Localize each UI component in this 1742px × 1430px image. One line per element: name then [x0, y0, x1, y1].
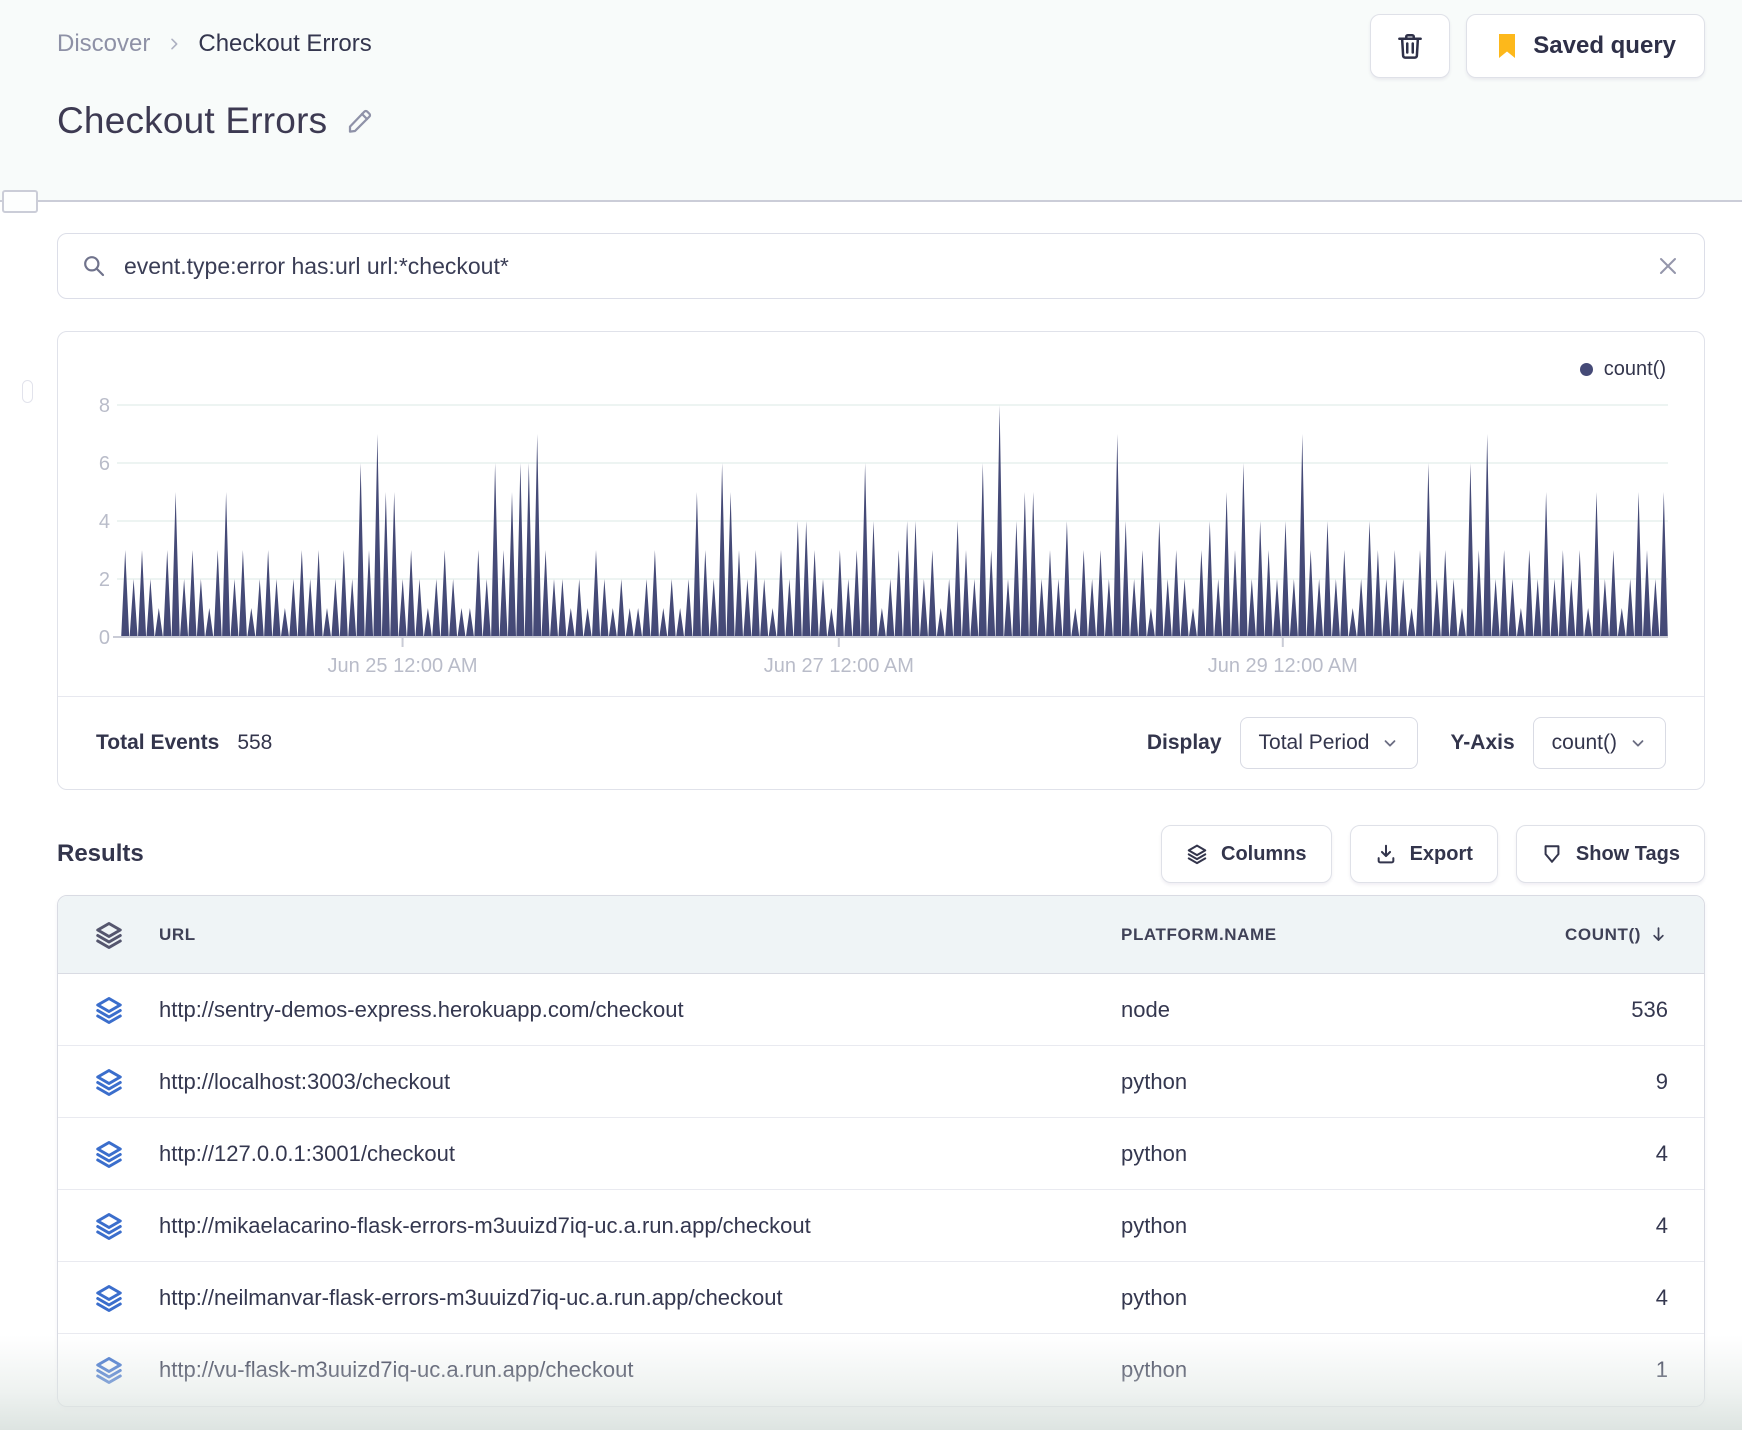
row-actions-stack-icon[interactable]: [58, 1139, 159, 1169]
svg-text:8: 8: [99, 395, 110, 417]
legend-dot-icon: [1579, 363, 1593, 376]
count-cell: 1: [1655, 1357, 1668, 1382]
total-events-label: Total Events: [96, 731, 220, 754]
header-actions: Saved query: [1370, 14, 1705, 78]
table-row: http://localhost:3003/checkout python 9: [58, 1046, 1704, 1118]
edit-pencil-icon[interactable]: [345, 106, 375, 136]
drag-grip[interactable]: [22, 380, 33, 403]
url-cell: http://neilmanvar-flask-errors-m3uuizd7i…: [159, 1284, 783, 1310]
breadcrumb: Discover Checkout Errors: [57, 30, 372, 58]
breadcrumb-current: Checkout Errors: [198, 30, 372, 57]
show-tags-button[interactable]: Show Tags: [1515, 825, 1705, 883]
results-actions: Columns Export Show Tags: [1161, 825, 1705, 883]
column-header-count[interactable]: COUNT(): [1451, 925, 1704, 945]
display-label: Display: [1146, 731, 1222, 754]
table-row: http://vu-flask-m3uuizd7iq-uc.a.run.app/…: [58, 1334, 1704, 1406]
svg-text:Jun 25 12:00 AM: Jun 25 12:00 AM: [327, 655, 477, 677]
search-bar: [57, 233, 1705, 299]
saved-query-label: Saved query: [1533, 32, 1676, 59]
breadcrumb-discover[interactable]: Discover: [57, 30, 150, 58]
row-actions-stack-icon[interactable]: [58, 1067, 159, 1097]
svg-text:6: 6: [99, 453, 110, 475]
header-stack-icon[interactable]: [58, 920, 159, 950]
svg-text:0: 0: [99, 627, 110, 649]
results-header-row: Results Columns Export Show Tags: [57, 825, 1705, 883]
tag-icon: [1541, 843, 1563, 865]
total-events-value: 558: [237, 731, 273, 754]
chart-svg: 0 2 4 6 8 Jun 25 12:00 AM Jun 27 12:00 AM Jun 2…: [99, 395, 1668, 677]
chart-region: 0 2 4 6 8 Jun 25 12:00 AM Jun 27 12:00 AM Jun 2…: [58, 332, 1704, 696]
display-dropdown[interactable]: Total Period: [1239, 717, 1419, 769]
url-cell: http://sentry-demos-express.herokuapp.co…: [159, 996, 684, 1022]
search-input[interactable]: [122, 251, 1640, 281]
table-body: http://sentry-demos-express.herokuapp.co…: [58, 974, 1704, 1406]
table-row: http://neilmanvar-flask-errors-m3uuizd7i…: [58, 1262, 1704, 1334]
row-actions-stack-icon[interactable]: [58, 1211, 159, 1241]
chart-footer: Total Events 558 Display Total Period Y-…: [58, 696, 1704, 789]
table-row: http://sentry-demos-express.herokuapp.co…: [58, 974, 1704, 1046]
page-header: Discover Checkout Errors Checkout Errors…: [0, 0, 1742, 213]
table-row: http://mikaelacarino-flask-errors-m3uuiz…: [58, 1190, 1704, 1262]
chevron-down-icon: [1381, 734, 1399, 752]
platform-cell: python: [1121, 1284, 1188, 1310]
events-chart-panel: 0 2 4 6 8 Jun 25 12:00 AM Jun 27 12:00 AM Jun 2…: [57, 331, 1705, 790]
column-header-url[interactable]: URL: [159, 925, 1121, 945]
platform-cell: node: [1121, 996, 1170, 1022]
results-table: URL PLATFORM.NAME COUNT() http://sentry-…: [57, 895, 1705, 1407]
count-cell: 4: [1655, 1140, 1668, 1166]
url-cell: http://vu-flask-m3uuizd7iq-uc.a.run.app/…: [159, 1357, 634, 1382]
chevron-right-icon: [166, 36, 182, 52]
platform-cell: python: [1121, 1212, 1188, 1238]
clear-search-icon[interactable]: [1656, 254, 1680, 278]
search-icon: [82, 254, 106, 278]
stack-icon: [1186, 843, 1208, 865]
svg-text:2: 2: [99, 569, 110, 591]
svg-text:Jun 27 12:00 AM: Jun 27 12:00 AM: [764, 655, 914, 677]
row-actions-stack-icon[interactable]: [58, 1283, 159, 1313]
y-axis-dropdown[interactable]: count(): [1532, 717, 1666, 769]
collapsed-panel-handle[interactable]: [2, 190, 38, 213]
url-cell: http://127.0.0.1:3001/checkout: [159, 1140, 456, 1166]
y-axis-label: Y-Axis: [1450, 731, 1515, 754]
table-header: URL PLATFORM.NAME COUNT(): [58, 896, 1704, 974]
chart-controls: Display Total Period Y-Axis count(): [1147, 717, 1666, 769]
export-button[interactable]: Export: [1349, 825, 1498, 883]
bookmark-icon: [1495, 33, 1519, 59]
trash-icon: [1395, 31, 1425, 61]
chevron-down-icon: [1629, 734, 1647, 752]
count-cell: 4: [1655, 1284, 1668, 1310]
svg-text:4: 4: [99, 511, 110, 533]
column-header-platform[interactable]: PLATFORM.NAME: [1121, 925, 1451, 945]
platform-cell: python: [1121, 1068, 1188, 1094]
url-cell: http://mikaelacarino-flask-errors-m3uuiz…: [159, 1212, 811, 1238]
chart-legend[interactable]: count(): [1579, 358, 1666, 381]
results-heading: Results: [57, 840, 144, 867]
count-cell: 4: [1655, 1212, 1668, 1238]
url-cell: http://localhost:3003/checkout: [159, 1068, 451, 1094]
count-cell: 9: [1655, 1068, 1668, 1094]
saved-query-button[interactable]: Saved query: [1466, 14, 1705, 78]
platform-cell: python: [1121, 1357, 1188, 1382]
row-actions-stack-icon[interactable]: [58, 1355, 159, 1385]
platform-cell: python: [1121, 1140, 1188, 1166]
sort-desc-icon: [1649, 925, 1668, 944]
page-title: Checkout Errors: [57, 100, 375, 142]
columns-button[interactable]: Columns: [1161, 825, 1332, 883]
table-row: http://127.0.0.1:3001/checkout python 4: [58, 1118, 1704, 1190]
svg-text:Jun 29 12:00 AM: Jun 29 12:00 AM: [1208, 655, 1358, 677]
count-cell: 536: [1631, 996, 1668, 1022]
legend-label: count(): [1603, 358, 1666, 380]
row-actions-stack-icon[interactable]: [58, 995, 159, 1025]
download-icon: [1375, 843, 1397, 865]
delete-query-button[interactable]: [1370, 14, 1451, 78]
